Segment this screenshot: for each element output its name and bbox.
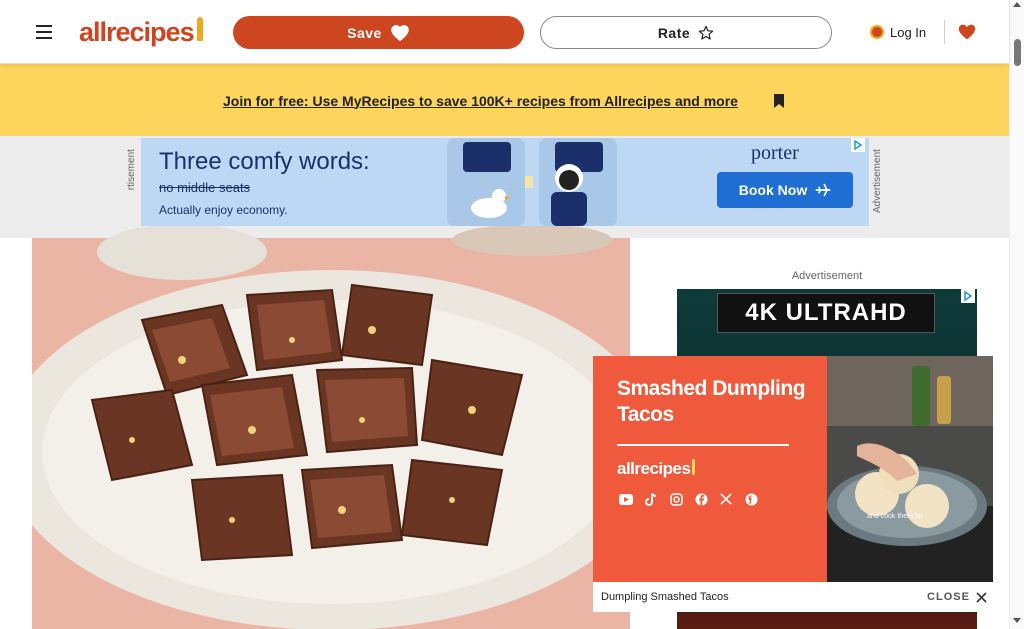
social-icons xyxy=(619,492,758,506)
heart-icon xyxy=(958,24,976,40)
video-title-card: Smashed Dumpling Tacos allrecipes xyxy=(593,356,827,582)
recipe-hero-image[interactable] xyxy=(32,190,630,629)
banner-close-button[interactable] xyxy=(770,91,788,111)
book-now-label: Book Now xyxy=(738,182,808,198)
heart-icon xyxy=(391,24,409,41)
scroll-up-arrow-icon[interactable] xyxy=(1013,2,1021,7)
instagram-icon xyxy=(669,492,683,506)
hamburger-menu-icon xyxy=(36,25,52,27)
airplane-icon xyxy=(815,183,831,197)
youtube-icon xyxy=(619,492,633,506)
adchoices-icon[interactable] xyxy=(851,138,865,152)
allrecipes-logo[interactable]: allrecipes xyxy=(79,14,210,50)
header-divider xyxy=(944,20,945,44)
saved-recipes-button[interactable] xyxy=(955,20,979,44)
video-caption: Dumpling Smashed Tacos xyxy=(593,582,921,612)
rate-button[interactable]: Rate xyxy=(540,16,832,49)
rate-label: Rate xyxy=(657,24,691,41)
video-divider xyxy=(617,444,789,446)
close-label: CLOSE xyxy=(927,591,970,603)
join-myrecipes-link[interactable]: Join for free: Use MyRecipes to save 100… xyxy=(223,90,757,111)
recipe-page: allrecipes Save Rate Log In Join for fre… xyxy=(0,0,1024,629)
book-now-button[interactable]: Book Now xyxy=(717,172,853,208)
user-avatar-icon xyxy=(870,25,884,39)
scroll-down-arrow-icon[interactable] xyxy=(1013,618,1021,623)
menu-button[interactable] xyxy=(30,18,58,46)
spoon-icon xyxy=(196,17,203,41)
ad-illustration xyxy=(447,138,617,226)
porter-airlines-ad[interactable]: Three comfy words: no middle seats Actua… xyxy=(141,138,869,226)
login-label: Log In xyxy=(890,24,927,40)
tiktok-icon xyxy=(644,492,658,506)
save-button[interactable]: Save xyxy=(233,16,524,49)
ad-badge: 4K ULTRAHD xyxy=(717,293,935,333)
ad-strike-text: no middle seats xyxy=(159,180,251,195)
site-header: allrecipes Save Rate Log In xyxy=(0,0,1009,64)
video-logo: allrecipes xyxy=(617,459,696,479)
adchoices-icon[interactable] xyxy=(961,289,975,303)
video-title: Smashed Dumpling Tacos xyxy=(617,377,806,426)
video-player[interactable]: Smashed Dumpling Tacos allrecipes and co… xyxy=(593,356,993,582)
x-twitter-icon xyxy=(719,492,733,506)
video-overlay-text: and cook them for xyxy=(867,513,924,520)
login-link[interactable]: Log In xyxy=(870,20,933,44)
spoon-icon xyxy=(692,459,696,475)
pinterest-icon xyxy=(744,492,758,506)
star-icon xyxy=(698,25,714,40)
ad-headline: Three comfy words: xyxy=(159,148,370,175)
brownies-photo xyxy=(32,190,630,629)
right-ad-label: Advertisement xyxy=(791,270,863,282)
scrollbar-thumb[interactable] xyxy=(1014,39,1021,66)
save-label: Save xyxy=(347,24,382,41)
page-scrollbar[interactable] xyxy=(1009,0,1024,629)
video-frame: and cook them for xyxy=(827,356,993,582)
bookmark-icon xyxy=(774,94,784,108)
logo-text: allrecipes xyxy=(79,16,195,47)
facebook-icon xyxy=(694,492,708,506)
ad-subline: Actually enjoy economy. xyxy=(159,203,288,217)
ad-label-right: Advertisement xyxy=(872,149,883,213)
video-close-button[interactable]: CLOSE xyxy=(921,582,993,612)
close-icon xyxy=(976,591,987,603)
ad-brand: porter xyxy=(751,142,799,164)
